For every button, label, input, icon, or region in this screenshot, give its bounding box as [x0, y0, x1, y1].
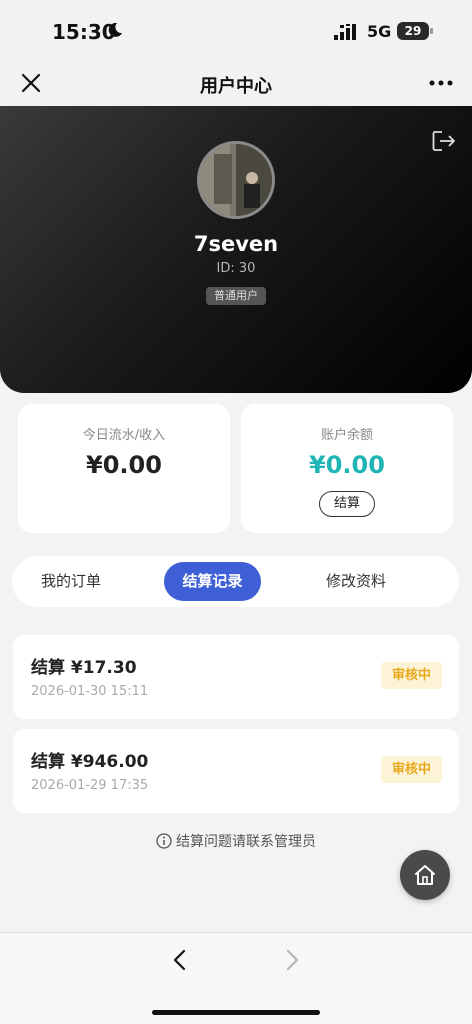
status-badge: 审核中 — [381, 756, 442, 783]
user-id: ID: 30 — [216, 261, 256, 276]
tab-edit-profile[interactable]: 修改资料 — [302, 556, 410, 607]
user-level-badge: 普通用户 — [206, 287, 266, 305]
more-icon[interactable] — [429, 80, 453, 86]
list-item[interactable]: 结算 ¥946.00 2026-01-29 17:35 审核中 — [13, 729, 459, 813]
settle-button[interactable]: 结算 — [319, 491, 375, 517]
income-card: 今日流水/收入 ¥0.00 — [18, 404, 230, 533]
home-icon — [415, 865, 435, 885]
moon-icon — [108, 22, 122, 37]
record-date: 2026-01-30 15:11 — [31, 684, 149, 699]
tab-my-orders[interactable]: 我的订单 — [17, 556, 125, 607]
network-type: 5G — [367, 22, 392, 41]
page-title: 用户中心 — [200, 76, 272, 97]
avatar[interactable] — [197, 141, 275, 219]
forward-arrow-icon[interactable] — [282, 949, 302, 971]
notice-text: 结算问题请联系管理员 — [176, 834, 316, 850]
contact-notice: 结算问题请联系管理员 — [0, 831, 472, 851]
tab-settlement-records[interactable]: 结算记录 — [164, 562, 261, 601]
avatar-photo — [200, 144, 272, 216]
battery-tip — [430, 28, 433, 34]
battery-icon: 29 — [397, 22, 429, 40]
home-button[interactable] — [400, 850, 450, 900]
status-bar: 15:30 5G 29 — [0, 0, 472, 62]
back-arrow-icon[interactable] — [170, 949, 190, 971]
balance-label: 账户余额 — [320, 428, 373, 443]
logout-icon[interactable] — [432, 130, 456, 152]
record-amount: 结算 ¥17.30 — [31, 658, 137, 678]
record-date: 2026-01-29 17:35 — [31, 778, 149, 793]
tab-bar: 我的订单 结算记录 修改资料 — [12, 556, 459, 607]
home-indicator — [152, 1010, 320, 1015]
username: 7seven — [193, 232, 279, 256]
balance-value: ¥0.00 — [309, 451, 385, 479]
balance-card: 账户余额 ¥0.00 结算 — [241, 404, 453, 533]
income-value: ¥0.00 — [86, 451, 162, 479]
profile-header: 7seven ID: 30 普通用户 — [0, 106, 472, 393]
signal-icon — [334, 24, 356, 40]
record-amount: 结算 ¥946.00 — [31, 752, 149, 772]
income-label: 今日流水/收入 — [82, 428, 166, 443]
status-badge: 审核中 — [381, 662, 442, 689]
info-icon — [156, 833, 172, 849]
browser-toolbar — [0, 932, 472, 1024]
nav-bar: 用户中心 — [0, 62, 472, 106]
list-item[interactable]: 结算 ¥17.30 2026-01-30 15:11 审核中 — [13, 635, 459, 719]
